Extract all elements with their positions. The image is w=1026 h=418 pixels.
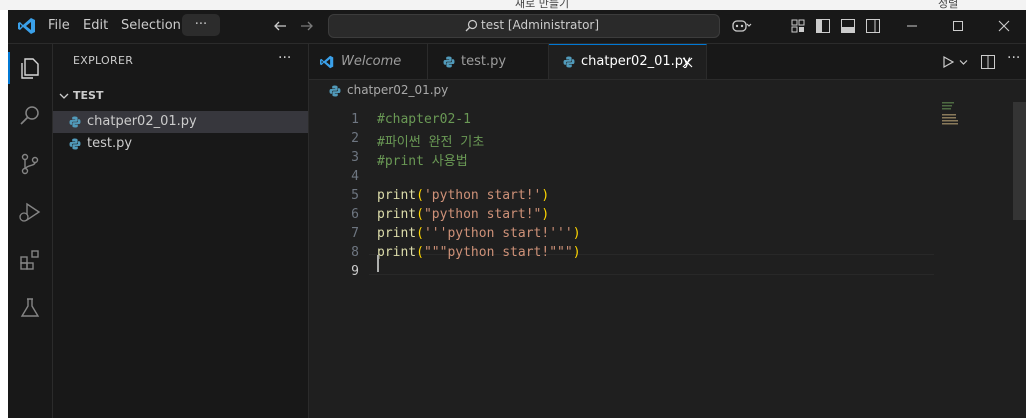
code-line: #chapter02-1 bbox=[377, 112, 471, 127]
command-center-search[interactable]: test [Administrator] bbox=[328, 14, 720, 38]
line-number: 1 bbox=[351, 112, 359, 127]
file-item-test[interactable]: test.py bbox=[53, 133, 308, 155]
vscode-logo-icon bbox=[320, 55, 334, 69]
menu-edit[interactable]: Edit bbox=[83, 18, 108, 33]
python-file-icon bbox=[563, 56, 575, 68]
explorer-files-icon[interactable] bbox=[18, 56, 42, 80]
comment-token: #print 사용법 bbox=[377, 154, 468, 169]
tab-label: Welcome bbox=[341, 54, 402, 69]
comment-token: #파이썬 완전 기초 bbox=[377, 135, 485, 150]
function-token: print bbox=[377, 226, 417, 241]
function-token: print bbox=[377, 207, 417, 222]
python-file-icon bbox=[443, 56, 455, 68]
explorer-sidebar: EXPLORER ··· TEST chatper02_01.py test.p… bbox=[53, 44, 309, 418]
line-number: 6 bbox=[351, 207, 359, 222]
function-token: print bbox=[377, 188, 417, 203]
bracket-token: ( bbox=[416, 226, 424, 241]
background-window-strip: 새로 만들기 정렬 bbox=[0, 0, 1026, 10]
file-label: test.py bbox=[87, 136, 133, 151]
tab-label: chatper02_01.py bbox=[581, 54, 691, 69]
menu-file[interactable]: File bbox=[48, 18, 70, 33]
vscode-logo-icon bbox=[18, 18, 35, 34]
python-file-icon bbox=[69, 138, 81, 150]
python-file-icon bbox=[69, 116, 81, 128]
file-item-chatper02_01[interactable]: chatper02_01.py bbox=[53, 111, 308, 133]
menu-selection[interactable]: Selection bbox=[121, 18, 181, 33]
forward-arrow-icon[interactable] bbox=[300, 19, 314, 33]
line-number: 2 bbox=[351, 131, 359, 146]
minimap[interactable] bbox=[938, 102, 1018, 142]
minimize-icon[interactable] bbox=[906, 20, 918, 32]
search-icon bbox=[465, 19, 478, 32]
activity-bar bbox=[8, 44, 53, 418]
run-python-file-icon[interactable] bbox=[942, 56, 954, 68]
tab-test-py[interactable]: test.py bbox=[428, 44, 549, 79]
toggle-primary-sidebar-icon[interactable] bbox=[816, 19, 830, 33]
breadcrumb-file[interactable]: chatper02_01.py bbox=[347, 83, 448, 97]
code-line: print('''python start!''') bbox=[377, 226, 581, 241]
explorer-title: EXPLORER bbox=[73, 54, 134, 67]
string-token: 'python start!' bbox=[423, 188, 542, 203]
line-number: 7 bbox=[351, 226, 359, 241]
comment-token: #chapter02-1 bbox=[377, 112, 471, 127]
close-tab-icon[interactable] bbox=[682, 57, 693, 68]
file-label: chatper02_01.py bbox=[87, 114, 197, 129]
line-number: 4 bbox=[351, 169, 359, 184]
bracket-token: ) bbox=[572, 245, 581, 260]
code-editor[interactable]: 1 2 3 4 5 6 7 8 9 #chapter02-1 #파이썬 완전 기초 #print 사… bbox=[309, 102, 1026, 418]
maximize-icon[interactable] bbox=[952, 20, 964, 32]
tab-welcome[interactable]: Welcome bbox=[309, 44, 428, 79]
code-line: print("""python start!""") bbox=[377, 245, 581, 260]
close-window-icon[interactable] bbox=[998, 20, 1010, 32]
bracket-token: ( bbox=[416, 207, 424, 222]
string-token: "python start!" bbox=[423, 207, 542, 222]
text-cursor bbox=[377, 255, 379, 272]
bracket-token: ) bbox=[541, 207, 550, 222]
code-line: #파이썬 완전 기초 bbox=[377, 131, 484, 150]
folder-test[interactable]: TEST bbox=[73, 89, 103, 102]
run-and-debug-icon[interactable] bbox=[18, 200, 42, 224]
activity-active-indicator bbox=[8, 52, 10, 84]
copilot-icon[interactable] bbox=[732, 18, 752, 34]
bracket-token: ( bbox=[416, 188, 424, 203]
string-token: '''python start!''' bbox=[423, 226, 573, 241]
bracket-token: ) bbox=[541, 188, 550, 203]
python-file-icon bbox=[329, 85, 341, 97]
source-control-icon[interactable] bbox=[18, 152, 42, 176]
line-number: 3 bbox=[351, 150, 359, 165]
toggle-panel-icon[interactable] bbox=[841, 19, 855, 33]
run-options-chevron-icon[interactable] bbox=[959, 58, 968, 67]
explorer-more-actions-button[interactable]: ··· bbox=[278, 50, 291, 66]
command-center-label: test [Administrator] bbox=[481, 18, 600, 32]
string-token: """python start!""" bbox=[423, 245, 573, 260]
breadcrumb: chatper02_01.py bbox=[309, 80, 1026, 102]
line-number: 9 bbox=[351, 264, 359, 279]
chevron-down-icon[interactable] bbox=[59, 91, 69, 101]
back-arrow-icon[interactable] bbox=[273, 19, 287, 33]
title-bar: File Edit Selection ··· test [Administra… bbox=[8, 10, 1026, 44]
testing-flask-icon[interactable] bbox=[18, 296, 42, 320]
customize-layout-icon[interactable] bbox=[791, 19, 805, 33]
line-number: 8 bbox=[351, 245, 359, 260]
menu-more-button[interactable]: ··· bbox=[182, 14, 220, 36]
editor-tabs: Welcome test.py chatper02_01.py ··· bbox=[309, 44, 1026, 80]
code-line: #print 사용법 bbox=[377, 150, 468, 169]
bracket-token: ) bbox=[572, 226, 581, 241]
code-line: print("python start!") bbox=[377, 207, 549, 222]
vscode-window: File Edit Selection ··· test [Administra… bbox=[8, 10, 1026, 418]
bracket-token: ( bbox=[416, 245, 424, 260]
vertical-scrollbar[interactable] bbox=[1013, 102, 1026, 220]
search-activity-icon[interactable] bbox=[18, 104, 42, 128]
background-window-edge bbox=[0, 10, 8, 418]
line-number: 5 bbox=[351, 188, 359, 203]
extensions-icon[interactable] bbox=[18, 248, 42, 272]
code-line: print('python start!') bbox=[377, 188, 549, 203]
split-editor-icon[interactable] bbox=[981, 55, 995, 69]
tab-label: test.py bbox=[461, 54, 507, 69]
function-token: print bbox=[377, 245, 417, 260]
tab-chatper02-01-py[interactable]: chatper02_01.py bbox=[549, 44, 707, 79]
toggle-secondary-sidebar-icon[interactable] bbox=[866, 19, 880, 33]
more-actions-icon[interactable]: ··· bbox=[1007, 50, 1020, 66]
